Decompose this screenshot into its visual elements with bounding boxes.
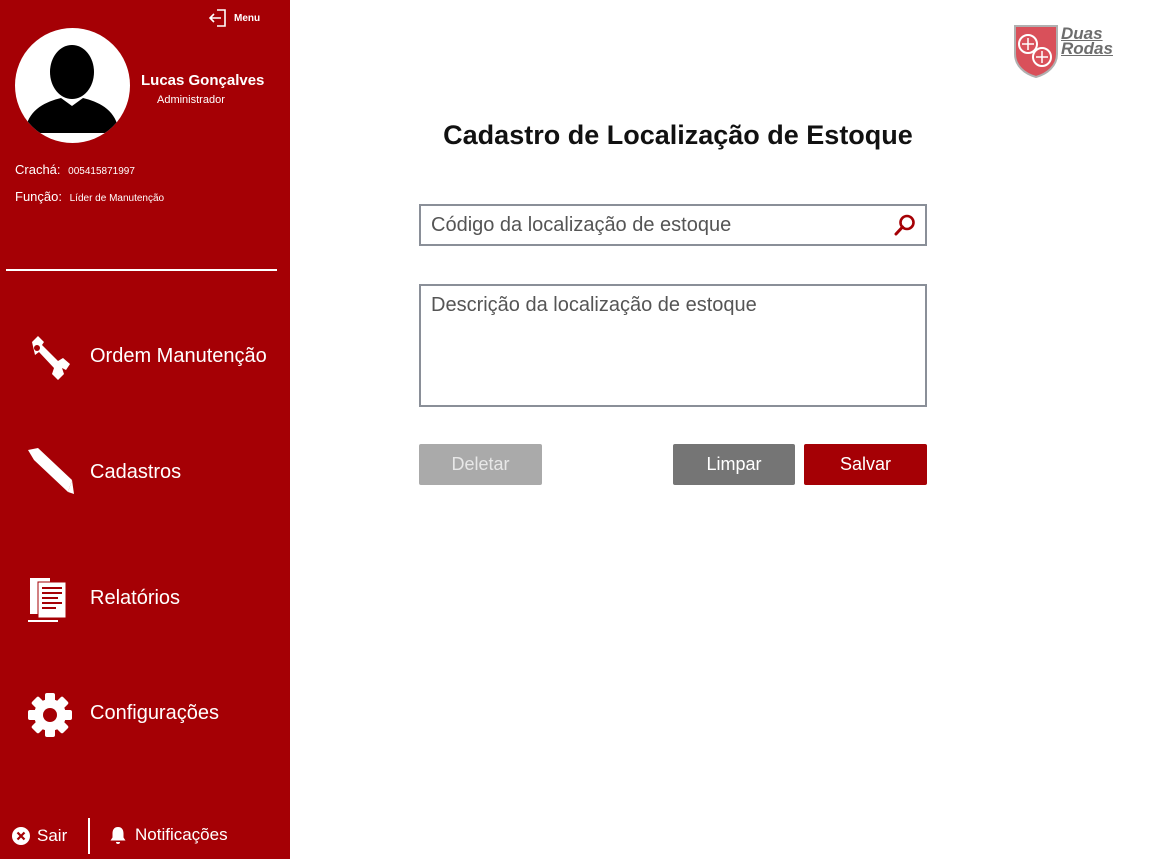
footer-divider: [88, 818, 90, 854]
brand-line-2: Rodas: [1061, 39, 1113, 58]
nav-item-configuracoes[interactable]: Configurações: [0, 683, 290, 743]
code-input[interactable]: [421, 206, 891, 244]
menu-toggle[interactable]: Menu: [208, 8, 260, 28]
sidebar-divider: [6, 269, 277, 271]
user-silhouette-icon: [25, 45, 119, 133]
description-field: [419, 284, 927, 407]
exit-menu-icon: [208, 9, 226, 27]
search-icon[interactable]: [893, 213, 917, 237]
sidebar-footer: Sair Notificações: [0, 816, 290, 859]
description-input[interactable]: [421, 286, 925, 405]
menu-label: Menu: [234, 12, 261, 24]
brand-name: Duas Rodas: [1061, 25, 1113, 58]
badge-label: Crachá:: [15, 162, 61, 177]
nav-label: Relatórios: [90, 586, 181, 609]
delete-button[interactable]: Deletar: [419, 444, 542, 485]
shield-wheels-icon: [1014, 25, 1058, 79]
nav-item-relatorios[interactable]: Relatórios: [0, 568, 290, 628]
avatar: [15, 28, 130, 143]
badge-value: 005415871997: [68, 166, 135, 177]
code-field: [419, 204, 927, 246]
brand-logo: Duas Rodas: [1013, 24, 1123, 80]
pencil-icon: [22, 444, 78, 500]
nav-label: Cadastros: [90, 460, 182, 483]
save-button[interactable]: Salvar: [804, 444, 927, 485]
nav-item-ordem-manutencao[interactable]: Ordem Manutenção: [0, 326, 290, 386]
notifications-button[interactable]: Notificações: [108, 825, 228, 845]
function-row: Função: Líder de Manutenção: [15, 189, 164, 204]
logout-label: Sair: [37, 826, 68, 845]
wrench-icon: [22, 328, 78, 384]
clear-button[interactable]: Limpar: [673, 444, 795, 485]
bell-icon: [110, 827, 126, 844]
nav-label: Ordem Manutenção: [90, 344, 267, 367]
page-title: Cadastro de Localização de Estoque: [443, 120, 913, 150]
sidebar: Menu Lucas Gonçalves Administrador Crach…: [0, 0, 290, 859]
close-circle-icon: [12, 827, 30, 845]
nav-label: Configurações: [90, 701, 219, 724]
user-name: Lucas Gonçalves: [141, 72, 265, 89]
function-label: Função:: [15, 189, 62, 204]
user-role: Administrador: [157, 94, 225, 106]
nav-item-cadastros[interactable]: Cadastros: [0, 442, 290, 502]
logout-button[interactable]: Sair: [11, 826, 67, 846]
notifications-label: Notificações: [135, 825, 228, 844]
report-icon: [22, 570, 78, 626]
badge-row: Crachá: 005415871997: [15, 162, 135, 177]
gear-icon: [22, 685, 78, 741]
function-value: Líder de Manutenção: [69, 193, 165, 204]
